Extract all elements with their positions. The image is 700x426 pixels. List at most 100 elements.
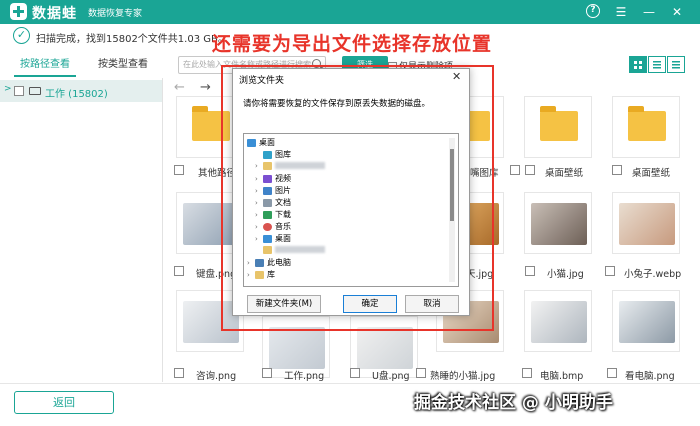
- close-icon[interactable]: ✕: [668, 3, 686, 21]
- tree-node-downloads[interactable]: › 下载: [255, 209, 291, 221]
- folder-tree-panel: > 工作 (15802): [0, 78, 163, 382]
- file-checkbox[interactable]: [416, 368, 426, 378]
- tree-node-pictures[interactable]: › 图片: [255, 185, 291, 197]
- tree-node-label: 音乐: [275, 222, 291, 231]
- back-button[interactable]: 返回: [14, 391, 114, 414]
- file-checkbox[interactable]: [605, 266, 615, 276]
- file-thumb[interactable]: [612, 290, 680, 352]
- app-logo-icon: [10, 3, 27, 20]
- grid-view-button[interactable]: [629, 56, 647, 73]
- watermark: 掘金技术社区 @ 小明助手: [414, 393, 613, 413]
- usb-image: [357, 327, 413, 369]
- file-thumb[interactable]: [524, 290, 592, 352]
- folder-icon: [192, 106, 230, 141]
- tree-node-label: 此电脑: [267, 258, 291, 267]
- ok-button[interactable]: 确定: [343, 295, 397, 313]
- document-icon: [263, 198, 272, 207]
- tree-node-this-pc[interactable]: › 此电脑: [247, 257, 291, 269]
- file-thumb[interactable]: [524, 192, 592, 254]
- folder-picker-tree[interactable]: 桌面 图库 › › 视频 › 图片 › 文档 › 下载 › 音乐 › 桌面 › 此电脑 › 库: [243, 133, 459, 287]
- browse-folder-dialog: 浏览文件夹 ✕ 请你将需要恢复的文件保存到原丢失数据的磁盘。 桌面 图库 › ›…: [232, 68, 470, 316]
- dialog-close-icon[interactable]: ✕: [452, 70, 461, 83]
- drive-icon: [29, 87, 41, 95]
- detail-view-button[interactable]: [667, 56, 685, 73]
- file-name: U盘.png: [372, 371, 410, 382]
- tree-node-blurred[interactable]: [255, 245, 325, 257]
- picture-icon: [263, 186, 272, 195]
- check-icon: ✓: [13, 27, 30, 44]
- tree-node-documents[interactable]: › 文档: [255, 197, 291, 209]
- desktop-icon: [247, 138, 256, 147]
- dialog-scrollbar-thumb[interactable]: [450, 149, 454, 221]
- grid-view-icon: [634, 61, 642, 69]
- file-name: 小猫.jpg: [547, 269, 584, 280]
- app-subtitle: 数据恢复专家: [88, 9, 143, 19]
- tree-node-label: 文档: [275, 198, 291, 207]
- tree-node-user[interactable]: ›: [255, 161, 325, 173]
- file-name: 其他路径: [198, 168, 237, 179]
- tab-by-type[interactable]: 按类型查看: [92, 55, 154, 77]
- keyboard-image: [183, 203, 239, 245]
- tree-node-video[interactable]: › 视频: [255, 173, 291, 185]
- file-checkbox[interactable]: [522, 368, 532, 378]
- tree-node-label: 桌面: [275, 234, 291, 243]
- file-name: 工作.png: [284, 371, 325, 382]
- watching-computer-image: [619, 301, 675, 343]
- tree-item-label: 工作 (15802): [45, 89, 108, 100]
- tree-node-music[interactable]: › 音乐: [255, 221, 291, 233]
- desktop-icon: [263, 234, 272, 243]
- app-name: 数据蛙: [32, 6, 77, 22]
- file-name: 小兔子.webp: [624, 269, 682, 280]
- file-name: 电脑.bmp: [540, 371, 584, 382]
- list-view-button[interactable]: [648, 56, 666, 73]
- file-checkbox[interactable]: [262, 368, 272, 378]
- tree-node-gallery[interactable]: 图库: [255, 149, 291, 161]
- tree-node-label: 图片: [275, 186, 291, 195]
- folder-icon: [263, 245, 272, 254]
- file-thumb[interactable]: [612, 96, 680, 158]
- dialog-title: 浏览文件夹: [239, 76, 285, 86]
- title-bar: 数据蛙 数据恢复专家 ? ☰ — ✕: [0, 0, 700, 24]
- file-name: 嘴图库: [470, 168, 499, 179]
- tree-item-checkbox[interactable]: [14, 86, 24, 96]
- cancel-button[interactable]: 取消: [405, 295, 459, 313]
- file-checkbox[interactable]: [612, 165, 622, 175]
- new-folder-button[interactable]: 新建文件夹(M): [247, 295, 321, 313]
- tree-node-desktop-2[interactable]: › 桌面: [255, 233, 291, 245]
- back-arrow-icon[interactable]: ←: [174, 80, 185, 95]
- tree-node-library[interactable]: › 库: [247, 269, 275, 281]
- tree-node-label: 下载: [275, 210, 291, 219]
- file-name: 键盘.png: [196, 269, 237, 280]
- dialog-description: 请你将需要恢复的文件保存到原丢失数据的磁盘。: [243, 99, 431, 109]
- file-name: 桌面壁纸: [632, 168, 671, 179]
- file-checkbox[interactable]: [525, 165, 535, 175]
- file-name: 天.jpg: [466, 269, 494, 280]
- file-thumb[interactable]: [524, 96, 592, 158]
- consult-image: [183, 301, 239, 343]
- computer-image: [531, 301, 587, 343]
- file-checkbox[interactable]: [607, 368, 617, 378]
- minimize-icon[interactable]: —: [640, 3, 658, 21]
- tree-node-desktop[interactable]: 桌面: [247, 137, 275, 149]
- file-checkbox[interactable]: [174, 266, 184, 276]
- file-thumb[interactable]: [612, 192, 680, 254]
- menu-icon[interactable]: ☰: [612, 3, 630, 21]
- gallery-icon: [263, 150, 272, 159]
- scan-status-text: 扫描完成，找到15802个文件共1.03 GB。: [36, 34, 228, 45]
- file-checkbox[interactable]: [510, 165, 520, 175]
- tree-node-label: 视频: [275, 174, 291, 183]
- work-image: [269, 327, 325, 369]
- file-checkbox[interactable]: [174, 368, 184, 378]
- tab-by-path[interactable]: 按路径查看: [14, 55, 76, 77]
- user-folder-icon: [263, 161, 272, 170]
- help-icon[interactable]: ?: [586, 4, 600, 18]
- tree-node-label: 图库: [275, 150, 291, 159]
- forward-arrow-icon[interactable]: →: [200, 80, 211, 95]
- chevron-right-icon[interactable]: >: [4, 84, 12, 94]
- file-checkbox[interactable]: [525, 266, 535, 276]
- file-checkbox[interactable]: [350, 368, 360, 378]
- kitten-image: [531, 203, 587, 245]
- search-icon[interactable]: [312, 59, 321, 68]
- file-checkbox[interactable]: [174, 165, 184, 175]
- tree-item-work[interactable]: > 工作 (15802): [0, 80, 162, 102]
